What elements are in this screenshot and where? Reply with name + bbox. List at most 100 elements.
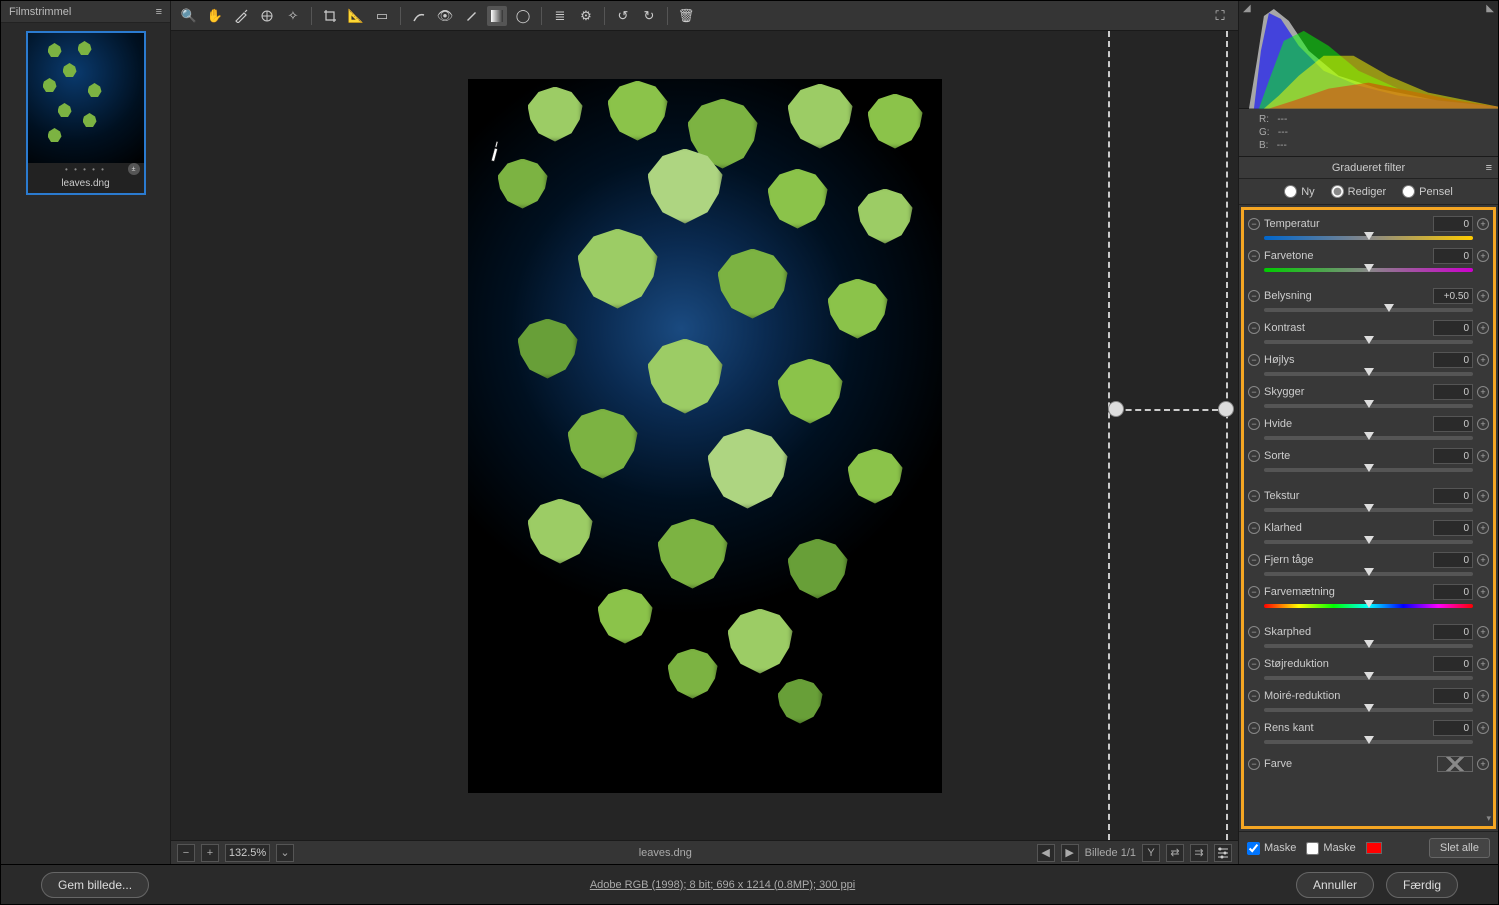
slider-track-11[interactable] [1264, 604, 1473, 608]
gradient-edge-line[interactable] [1108, 31, 1110, 840]
fullscreen-icon[interactable]: ⛶ [1210, 6, 1230, 26]
rotate-ccw-icon[interactable]: ↺ [613, 6, 633, 26]
slider-value-15[interactable] [1433, 720, 1473, 736]
slider-track-14[interactable] [1264, 708, 1473, 712]
slider-track-2[interactable] [1264, 308, 1473, 312]
slider-track-0[interactable] [1264, 236, 1473, 240]
histogram[interactable]: ◢ ◣ [1239, 1, 1498, 109]
transform-tool-icon[interactable]: ▭ [372, 6, 392, 26]
before-after-icon[interactable]: Y [1142, 844, 1160, 862]
plus-icon[interactable]: + [1477, 418, 1489, 430]
slider-value-4[interactable] [1433, 352, 1473, 368]
snapshot-tool-icon[interactable]: ≣ [550, 6, 570, 26]
overlay-checkbox[interactable]: Maske [1247, 842, 1296, 855]
next-image-icon[interactable]: ▶ [1061, 844, 1079, 862]
minus-icon[interactable]: − [1248, 290, 1260, 302]
plus-icon[interactable]: + [1477, 218, 1489, 230]
slider-track-10[interactable] [1264, 572, 1473, 576]
zoom-field[interactable] [225, 844, 270, 862]
slider-value-7[interactable] [1433, 448, 1473, 464]
minus-icon[interactable]: − [1248, 490, 1260, 502]
mask-color-swatch[interactable] [1366, 842, 1382, 854]
plus-icon[interactable]: + [1477, 450, 1489, 462]
prev-image-icon[interactable]: ◀ [1037, 844, 1055, 862]
slider-track-13[interactable] [1264, 676, 1473, 680]
slider-track-8[interactable] [1264, 508, 1473, 512]
slider-value-14[interactable] [1433, 688, 1473, 704]
minus-icon[interactable]: − [1248, 522, 1260, 534]
scroll-down-icon[interactable]: ▾ [1486, 813, 1491, 824]
slider-value-10[interactable] [1433, 552, 1473, 568]
slider-track-9[interactable] [1264, 540, 1473, 544]
minus-icon[interactable]: − [1248, 554, 1260, 566]
colorsampler-tool-icon[interactable] [257, 6, 277, 26]
zoom-tool-icon[interactable]: 🔍 [179, 6, 199, 26]
plus-icon[interactable]: + [1477, 322, 1489, 334]
zoom-in-icon[interactable]: + [201, 844, 219, 862]
swap-icon[interactable]: ⇄ [1166, 844, 1184, 862]
gradient-edge-line[interactable] [1226, 31, 1228, 840]
minus-icon[interactable]: − [1248, 418, 1260, 430]
plus-icon[interactable]: + [1477, 658, 1489, 670]
mode-edit[interactable]: Rediger [1331, 185, 1387, 198]
thumbnail-selected[interactable]: • • • • • leaves.dng ± [26, 31, 146, 195]
gradient-end-handle[interactable] [1218, 401, 1234, 417]
clear-all-button[interactable]: Slet alle [1429, 838, 1490, 858]
save-image-button[interactable]: Gem billede... [41, 872, 149, 898]
mode-brush[interactable]: Pensel [1402, 185, 1453, 198]
copy-icon[interactable]: ⇉ [1190, 844, 1208, 862]
plus-icon[interactable]: + [1477, 690, 1489, 702]
done-button[interactable]: Færdig [1386, 872, 1458, 898]
slider-value-5[interactable] [1433, 384, 1473, 400]
slider-track-3[interactable] [1264, 340, 1473, 344]
gradient-axis-line[interactable] [1116, 409, 1218, 411]
slider-track-7[interactable] [1264, 468, 1473, 472]
minus-icon[interactable]: − [1248, 354, 1260, 366]
whitebalance-tool-icon[interactable] [231, 6, 251, 26]
plus-icon[interactable]: + [1477, 354, 1489, 366]
mode-new[interactable]: Ny [1284, 185, 1314, 198]
gradient-tool-icon[interactable] [487, 6, 507, 26]
plus-icon[interactable]: + [1477, 522, 1489, 534]
plus-icon[interactable]: + [1477, 386, 1489, 398]
plus-icon[interactable]: + [1477, 554, 1489, 566]
minus-icon[interactable]: − [1248, 450, 1260, 462]
plus-icon[interactable]: + [1477, 490, 1489, 502]
plus-icon[interactable]: + [1477, 722, 1489, 734]
plus-icon[interactable]: + [1477, 626, 1489, 638]
minus-icon[interactable]: − [1248, 758, 1260, 770]
crop-tool-icon[interactable] [320, 6, 340, 26]
mask-checkbox[interactable]: Maske [1306, 842, 1355, 855]
slider-track-1[interactable] [1264, 268, 1473, 272]
straighten-tool-icon[interactable]: 📐 [346, 6, 366, 26]
minus-icon[interactable]: − [1248, 690, 1260, 702]
minus-icon[interactable]: − [1248, 658, 1260, 670]
plus-icon[interactable]: + [1477, 290, 1489, 302]
slider-value-8[interactable] [1433, 488, 1473, 504]
hand-tool-icon[interactable]: ✋ [205, 6, 225, 26]
slider-value-6[interactable] [1433, 416, 1473, 432]
slider-value-9[interactable] [1433, 520, 1473, 536]
settings-icon[interactable] [1214, 844, 1232, 862]
slider-value-13[interactable] [1433, 656, 1473, 672]
slider-value-12[interactable] [1433, 624, 1473, 640]
spot-tool-icon[interactable] [409, 6, 429, 26]
brush-tool-icon[interactable] [461, 6, 481, 26]
gradient-start-handle[interactable] [1108, 401, 1124, 417]
prefs-tool-icon[interactable]: ⚙ [576, 6, 596, 26]
zoom-out-icon[interactable]: − [177, 844, 195, 862]
slider-value-3[interactable] [1433, 320, 1473, 336]
rating-dots[interactable]: • • • • • [28, 163, 144, 176]
plus-icon[interactable]: + [1477, 250, 1489, 262]
minus-icon[interactable]: − [1248, 322, 1260, 334]
slider-value-0[interactable] [1433, 216, 1473, 232]
panel-menu-icon[interactable]: ≡ [1486, 162, 1492, 174]
slider-value-2[interactable] [1433, 288, 1473, 304]
minus-icon[interactable]: − [1248, 586, 1260, 598]
slider-track-4[interactable] [1264, 372, 1473, 376]
minus-icon[interactable]: − [1248, 386, 1260, 398]
slider-track-12[interactable] [1264, 644, 1473, 648]
targeted-tool-icon[interactable]: ✧ [283, 6, 303, 26]
minus-icon[interactable]: − [1248, 722, 1260, 734]
minus-icon[interactable]: − [1248, 250, 1260, 262]
